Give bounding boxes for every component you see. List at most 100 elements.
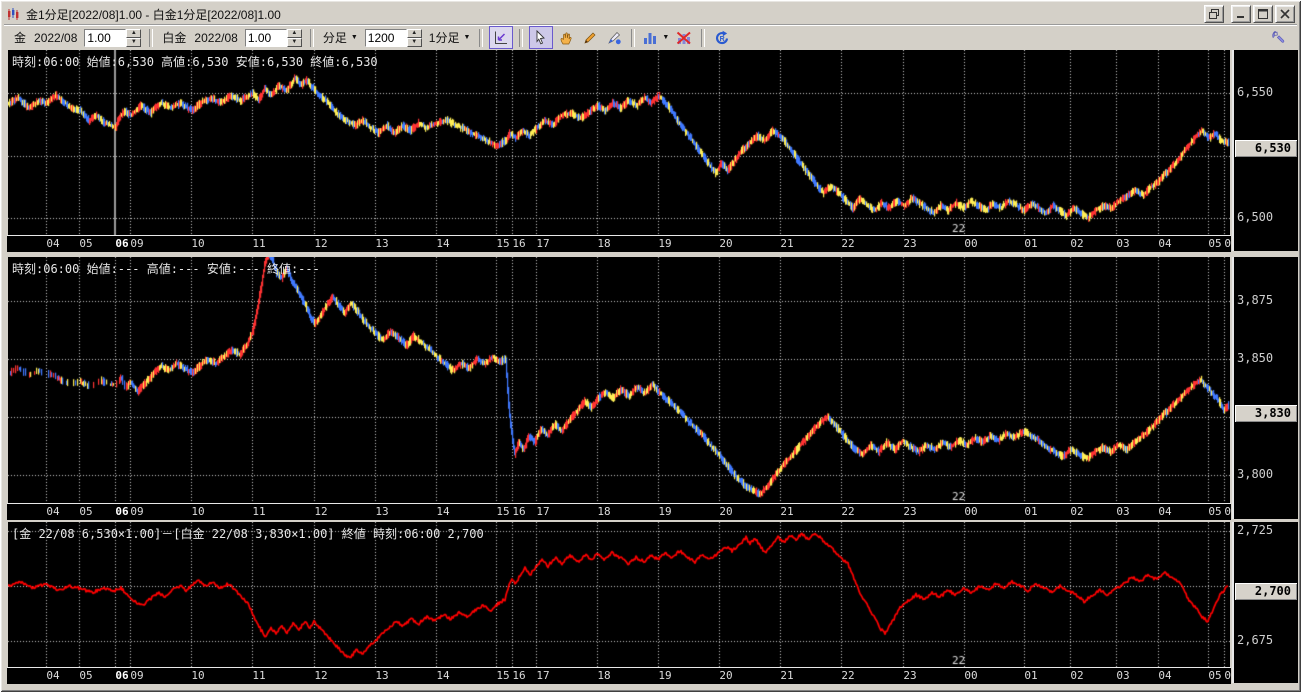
x-tick-label: 05 bbox=[75, 237, 97, 250]
gold-ratio-up-button[interactable]: ▲ bbox=[126, 29, 141, 38]
settings-wrench-icon[interactable] bbox=[1267, 27, 1289, 48]
spread-x-axis: 0405060910111213141516171819202122230001… bbox=[7, 667, 1231, 684]
spread-y-axis: 2,7252,6752,700 bbox=[1232, 522, 1298, 683]
x-tick-label: 21 bbox=[776, 669, 798, 682]
bar-count-input[interactable] bbox=[365, 29, 407, 47]
x-tick-label: 18 bbox=[593, 669, 615, 682]
app-icon bbox=[6, 6, 22, 22]
axis-scale-tool-button[interactable] bbox=[489, 26, 513, 49]
minimize-button[interactable] bbox=[1231, 5, 1251, 23]
x-tick-label: 03 bbox=[1112, 669, 1134, 682]
x-tick-label: 14 bbox=[432, 505, 454, 518]
x-tick-label: 11 bbox=[248, 237, 270, 250]
y-axis-label: 3,875 bbox=[1237, 293, 1273, 307]
x-tick-label: 22 bbox=[837, 505, 859, 518]
x-tick-label: 17 bbox=[532, 669, 554, 682]
chevron-down-icon: ▼ bbox=[662, 34, 669, 41]
x-tick-label: 12 bbox=[310, 237, 332, 250]
x-tick-label: 04 bbox=[42, 505, 64, 518]
y-axis-label: 6,550 bbox=[1237, 85, 1273, 99]
x-tick-label: 23 bbox=[899, 669, 921, 682]
pan-hand-tool-button[interactable] bbox=[555, 27, 577, 48]
spread-line-chart[interactable] bbox=[8, 522, 1230, 667]
platinum-x-axis: 0405060910111213141516171819202122230001… bbox=[7, 503, 1231, 520]
platinum-label: 白金 bbox=[162, 29, 186, 46]
gold-ohlc-info: 時刻:06:00 始値:6,530 高値:6,530 安値:6,530 終値:6… bbox=[12, 53, 378, 70]
x-tick-label: 13 bbox=[371, 505, 393, 518]
x-tick-label: 00 bbox=[960, 237, 982, 250]
gold-y-axis: 6,5506,5006,530 bbox=[1232, 50, 1298, 251]
maximize-button[interactable] bbox=[1253, 5, 1273, 23]
close-button[interactable] bbox=[1275, 5, 1295, 23]
window-title: 金1分足[2022/08]1.00 - 白金1分足[2022/08]1.00 bbox=[26, 6, 281, 23]
x-tick-label: 11 bbox=[248, 505, 270, 518]
x-tick-label: 10 bbox=[187, 669, 209, 682]
x-tick-label: 22 bbox=[837, 669, 859, 682]
x-tick-label: 10 bbox=[187, 237, 209, 250]
remove-indicator-button[interactable] bbox=[673, 27, 695, 48]
x-tick-label: 11 bbox=[248, 669, 270, 682]
y-axis-label: 6,500 bbox=[1237, 210, 1273, 224]
y-axis-label: 2,675 bbox=[1237, 633, 1273, 647]
x-tick-label: 14 bbox=[432, 669, 454, 682]
x-tick-label: 01 bbox=[1020, 505, 1042, 518]
y-axis-label: 3,800 bbox=[1237, 467, 1273, 481]
pencil-draw-tool-button[interactable] bbox=[579, 27, 601, 48]
x-tick-label: 06 bbox=[1220, 669, 1231, 682]
period-type-dropdown[interactable]: 分足 ▼ bbox=[323, 29, 358, 46]
x-tick-label: 09 bbox=[126, 669, 148, 682]
x-tick-label: 03 bbox=[1112, 237, 1134, 250]
reload-button[interactable]: R bbox=[711, 27, 733, 48]
x-tick-label: 10 bbox=[187, 505, 209, 518]
x-tick-label: 13 bbox=[371, 237, 393, 250]
float-window-button[interactable] bbox=[1204, 5, 1224, 23]
current-price-tag: 3,830 bbox=[1235, 405, 1297, 422]
platinum-candlestick-chart[interactable] bbox=[8, 257, 1230, 503]
gold-label: 金 bbox=[14, 29, 26, 46]
x-tick-label: 05 bbox=[75, 669, 97, 682]
gold-ratio-input[interactable] bbox=[84, 29, 126, 47]
gold-candlestick-chart[interactable] bbox=[8, 50, 1230, 235]
platinum-ratio-down-button[interactable]: ▼ bbox=[287, 38, 302, 47]
title-bar: 金1分足[2022/08]1.00 - 白金1分足[2022/08]1.00 bbox=[4, 4, 1297, 25]
x-tick-label: 14 bbox=[432, 237, 454, 250]
bar-period-dropdown[interactable]: 1分足 ▼ bbox=[429, 29, 471, 46]
platinum-month-label: 2022/08 bbox=[194, 31, 237, 45]
gold-x-axis: 0405060910111213141516171819202122230001… bbox=[7, 235, 1231, 252]
toolbar-separator bbox=[519, 29, 523, 47]
x-tick-label: 02 bbox=[1066, 505, 1088, 518]
marker-tool-button[interactable] bbox=[603, 27, 625, 48]
x-tick-label: 01 bbox=[1020, 237, 1042, 250]
select-tool-button[interactable] bbox=[529, 26, 553, 49]
platinum-ratio-input[interactable] bbox=[245, 29, 287, 47]
bar-count-down-button[interactable]: ▼ bbox=[407, 38, 422, 47]
x-tick-label: 04 bbox=[42, 237, 64, 250]
window-controls bbox=[1204, 5, 1297, 23]
x-tick-label: 16 bbox=[508, 505, 530, 518]
gold-ratio-spinner: ▲ ▼ bbox=[84, 29, 141, 47]
chart-type-dropdown-button[interactable]: ▼ bbox=[641, 27, 671, 48]
x-tick-label: 21 bbox=[776, 505, 798, 518]
toolbar-separator bbox=[701, 29, 705, 47]
gold-ratio-down-button[interactable]: ▼ bbox=[126, 38, 141, 47]
x-tick-label: 17 bbox=[532, 505, 554, 518]
chevron-down-icon: ▼ bbox=[463, 34, 470, 41]
bar-count-up-button[interactable]: ▲ bbox=[407, 29, 422, 38]
spread-info: [金 22/08 6,530×1.00]－[白金 22/08 3,830×1.0… bbox=[12, 525, 484, 542]
x-tick-label: 13 bbox=[371, 669, 393, 682]
platinum-y-axis: 3,875 3,850 3,800 3,830 bbox=[1232, 257, 1298, 519]
x-tick-label: 23 bbox=[899, 237, 921, 250]
toolbar: 金 2022/08 ▲ ▼ 白金 2022/08 ▲ ▼ 分足 ▼ ▲ bbox=[4, 25, 1297, 49]
x-tick-label: 17 bbox=[532, 237, 554, 250]
toolbar-separator bbox=[310, 29, 314, 47]
platinum-ratio-up-button[interactable]: ▲ bbox=[287, 29, 302, 38]
toolbar-separator bbox=[149, 29, 153, 47]
x-tick-label: 21 bbox=[776, 237, 798, 250]
x-tick-label: 00 bbox=[960, 505, 982, 518]
y-axis-label: 3,850 bbox=[1237, 351, 1273, 365]
app-window: 金1分足[2022/08]1.00 - 白金1分足[2022/08]1.00 金… bbox=[0, 0, 1301, 692]
x-tick-label: 18 bbox=[593, 237, 615, 250]
x-tick-label: 20 bbox=[715, 505, 737, 518]
x-tick-label: 04 bbox=[1154, 669, 1176, 682]
x-tick-label: 06 bbox=[1220, 237, 1231, 250]
